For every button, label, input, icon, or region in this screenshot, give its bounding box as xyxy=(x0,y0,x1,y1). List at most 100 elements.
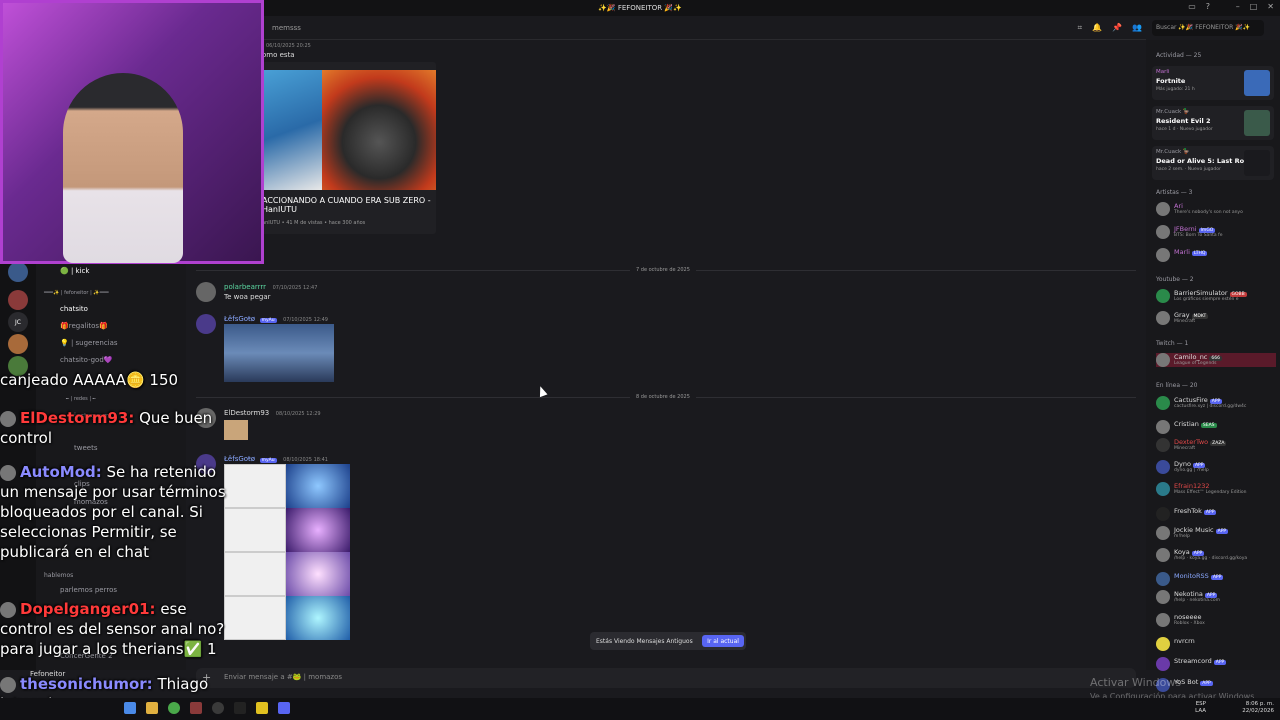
clock[interactable]: 8:06 p. m. 22/02/2026 xyxy=(1242,701,1274,715)
message-image[interactable] xyxy=(224,324,334,382)
category-hablemos[interactable]: hablemos xyxy=(44,572,73,579)
server-icon[interactable] xyxy=(8,334,28,354)
section-header: Artistas — 3 xyxy=(1156,189,1193,196)
section-header: En línea — 20 xyxy=(1156,382,1198,389)
message-author[interactable]: polarbearrrr xyxy=(224,283,266,291)
windows-start-icon[interactable] xyxy=(124,702,136,714)
server-icon-jc[interactable]: JC xyxy=(8,312,28,332)
threads-icon[interactable]: ⌗ xyxy=(1078,23,1083,33)
member-item[interactable]: BarrierSimulator GOBB Los gráficos siempre… xyxy=(1156,289,1247,303)
game-icon xyxy=(1244,110,1270,136)
members-icon[interactable]: 👥 xyxy=(1132,23,1142,33)
message: ŁêfsGoŧø myAu 08/10/2025 18:41 xyxy=(224,454,328,463)
taskbar: ESP LAA 8:06 p. m. 22/02/2026 xyxy=(0,698,1280,720)
member-item[interactable]: JFBerni ImGO BTS: Born To Santa fe xyxy=(1156,225,1222,239)
server-icon[interactable] xyxy=(8,290,28,310)
member-item[interactable]: Dyno APP dyno.gg | ?help xyxy=(1156,460,1209,474)
member-item[interactable]: DexterTwo ZAZA Minecraft xyxy=(1156,438,1227,452)
stream-chat-message: ElDestorm93: Que buen control xyxy=(0,409,213,447)
composer-placeholder[interactable]: Enviar mensaje a #🐸 | momazos xyxy=(224,673,342,681)
member-item[interactable]: Jockie Music APP m!help xyxy=(1156,526,1229,540)
app-icon[interactable] xyxy=(234,702,246,714)
help-icon[interactable]: ? xyxy=(1206,2,1210,11)
embed-title[interactable]: ACCIONANDO A CUANDO ERA SUB ZERO - HanIU… xyxy=(262,196,432,214)
channel-sugerencias[interactable]: 💡 | sugerencias xyxy=(60,339,118,347)
member-item[interactable]: Ari There's nobody's son not anyo xyxy=(1156,202,1243,216)
embed-thumbnail[interactable] xyxy=(262,70,436,190)
member-item[interactable]: Marli LTHQ xyxy=(1156,248,1208,262)
member-item[interactable]: Streamcord APP xyxy=(1156,657,1227,671)
role-badge: myAu xyxy=(259,458,277,463)
member-item[interactable]: Koya APP/help · koya.gg · discord.gg/koya xyxy=(1156,548,1247,562)
member-item[interactable]: Nekotina APP/help · nekotina.com xyxy=(1156,590,1220,604)
stream-chat-message: AutoMod: Se ha retenido un mensaje por u… xyxy=(0,463,226,561)
channel-chatsito[interactable]: chatsito xyxy=(60,305,88,313)
date-divider-label: 7 de octubre de 2025 xyxy=(630,267,696,273)
category-fefoneitor[interactable]: ═══✨ | fefoneitor | ✨═══ xyxy=(44,290,109,296)
channel-chatsito-god[interactable]: chatsito-god💜 xyxy=(60,356,112,364)
message-image[interactable] xyxy=(224,464,350,640)
stream-chat-line: canjeado AAAAA🪙 150 xyxy=(0,371,179,389)
message-time: 07/10/2025 12:47 xyxy=(272,285,318,291)
channel-header: memsss ⌗ 🔔 📌 👥 xyxy=(186,16,1146,40)
member-item[interactable]: Gray MDKT Minecraft xyxy=(1156,311,1209,325)
channel-name: memsss xyxy=(272,24,301,32)
search-input[interactable]: Buscar ✨🎉 FEFONEITOR 🎉✨ xyxy=(1152,20,1264,36)
avatar[interactable] xyxy=(196,314,216,334)
message-time: 08/10/2025 12:29 xyxy=(275,411,321,417)
activity-card[interactable]: Marli Fortnite Más jugado: 21 h xyxy=(1152,66,1274,100)
inbox-icon[interactable]: ▭ xyxy=(1188,2,1196,11)
member-item[interactable]: Camilo_nc 666 League of Legends xyxy=(1156,353,1276,367)
game-icon xyxy=(1244,150,1270,176)
app-icon[interactable] xyxy=(190,702,202,714)
window-title: ✨🎉 FEFONEITOR 🎉✨ xyxy=(598,4,682,12)
minimize-icon[interactable]: – xyxy=(1236,2,1240,11)
message: ŁêfsGoŧø myAu 07/10/2025 12:49 xyxy=(224,314,328,323)
jump-to-present-button[interactable]: Ir al actual xyxy=(702,635,744,647)
chat-avatar xyxy=(0,676,16,693)
chat-avatar xyxy=(0,601,16,618)
bell-icon[interactable]: 🔔 xyxy=(1092,23,1102,33)
message-text: Te woa pegar xyxy=(224,293,271,301)
section-header: Youtube — 2 xyxy=(1156,276,1194,283)
chat-avatar xyxy=(0,464,16,481)
discord-icon[interactable] xyxy=(278,702,290,714)
server-icon[interactable] xyxy=(8,262,28,282)
close-icon[interactable]: ✕ xyxy=(1267,2,1274,11)
message-author[interactable]: ElDestorm93 xyxy=(224,409,269,417)
message-composer[interactable]: + Enviar mensaje a #🐸 | momazos xyxy=(196,668,1136,688)
date-divider-label: 8 de octubre de 2025 xyxy=(630,394,696,400)
maximize-icon[interactable]: □ xyxy=(1250,2,1258,11)
category-redes[interactable]: ╾ | redes | ╾ xyxy=(66,396,96,402)
member-item[interactable]: Cristian SEAS xyxy=(1156,420,1217,434)
member-item[interactable]: noseeee Roblox - Xbox xyxy=(1156,613,1205,627)
streamer-image xyxy=(63,73,183,263)
message: polarbearrrr 07/10/2025 12:47 Te woa peg… xyxy=(224,282,317,301)
language-indicator[interactable]: ESP LAA xyxy=(1195,701,1206,715)
activity-card[interactable]: Mr.Cuack 🦆 Resident Evil 2 hace 1 d · Nu… xyxy=(1152,106,1274,140)
activity-card[interactable]: Mr.Cuack 🦆 Dead or Alive 5: Last Round h… xyxy=(1152,146,1274,180)
message: ElDestorm93 08/10/2025 12:29 xyxy=(224,408,321,417)
webcam-overlay xyxy=(0,0,264,264)
activity-header: Actividad — 25 xyxy=(1156,52,1202,59)
file-explorer-icon[interactable] xyxy=(146,702,158,714)
member-item[interactable]: CactusFire APP cactusfire.xyz | discord.gg… xyxy=(1156,396,1246,410)
message-timestamp-0: 06/10/2025 20:25 omo esta xyxy=(262,43,311,59)
message-time: 08/10/2025 18:41 xyxy=(283,457,328,463)
message-time: 07/10/2025 12:49 xyxy=(283,317,328,323)
member-item[interactable]: FreshTok APP xyxy=(1156,507,1217,521)
avatar[interactable] xyxy=(196,282,216,302)
message-author[interactable]: ŁêfsGoŧø xyxy=(224,315,255,323)
chrome-icon[interactable] xyxy=(168,702,180,714)
member-item[interactable]: Efrain1232 Mass Effect™ Legendary Edition xyxy=(1156,482,1246,496)
channel-kick[interactable]: 🟢 | kick xyxy=(60,267,89,275)
channel-regalitos[interactable]: 🎁regalitos🎁 xyxy=(60,322,108,330)
member-item[interactable]: nvrcrn xyxy=(1156,637,1195,651)
obs-icon[interactable] xyxy=(212,702,224,714)
channel-parlemos-perros[interactable]: parlemos perros xyxy=(60,586,117,594)
pin-icon[interactable]: 📌 xyxy=(1112,23,1122,33)
member-item[interactable]: MonitoRSS APP xyxy=(1156,572,1224,586)
older-messages-bar: Estás Viendo Mensajes Antiguos Ir al act… xyxy=(590,632,746,650)
app-icon[interactable] xyxy=(256,702,268,714)
chat-avatar xyxy=(0,410,16,427)
